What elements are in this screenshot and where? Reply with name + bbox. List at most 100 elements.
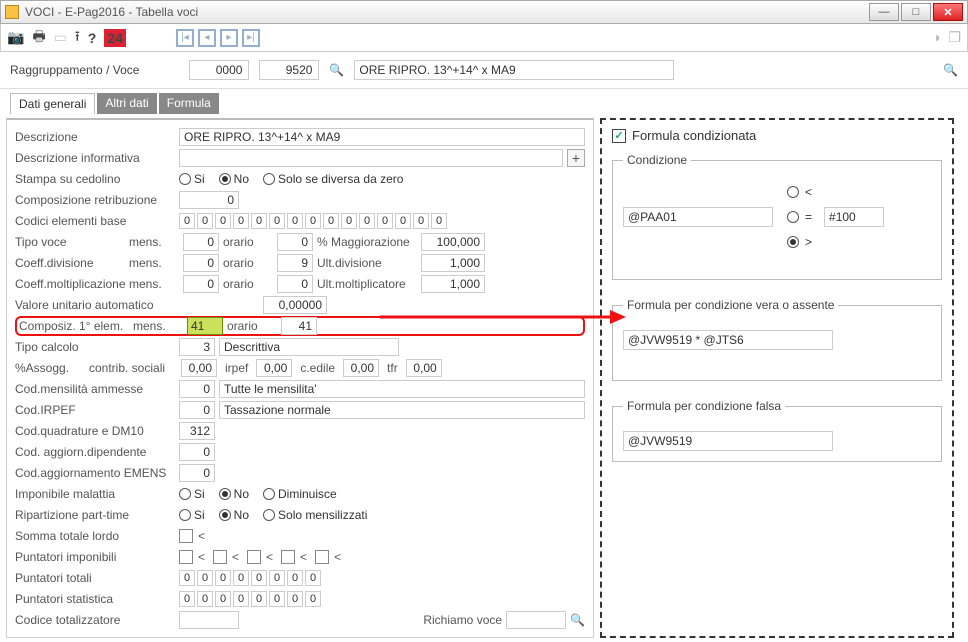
folder-icon[interactable]: ▭ [54,29,67,46]
val-unit[interactable]: 0,00000 [263,296,327,314]
cod-mens-label: Cod.mensilità ammesse [15,382,175,396]
pa-irpef[interactable]: 0,00 [256,359,292,377]
tipo-calc-desc: Descrittiva [219,338,399,356]
pi-2[interactable] [213,550,227,564]
compos-mens[interactable]: 41 [187,317,223,335]
stampa-label: Stampa su cedolino [15,172,175,186]
window-titlebar: VOCI - E-Pag2016 - Tabella voci — □ ✕ [0,0,968,24]
print-icon[interactable]: 🖶 [32,26,45,50]
cd-orario[interactable]: 9 [277,254,313,272]
right-icon-1[interactable]: ◑ [932,29,940,46]
cod-irpef-desc: Tassazione normale [219,401,585,419]
maximize-button[interactable]: □ [901,3,931,21]
op-gt[interactable]: > [787,235,812,249]
tipo-calc[interactable]: 3 [179,338,215,356]
punt-imp-label: Puntatori imponibili [15,550,175,564]
nav-prev-icon[interactable]: ◂ [198,29,216,47]
filter-code1[interactable]: 0000 [189,60,249,80]
minimize-button[interactable]: — [869,3,899,21]
punt-tot-digits[interactable]: 00000000 [179,570,321,586]
cm-mens[interactable]: 0 [183,275,219,293]
cod-mens[interactable]: 0 [179,380,215,398]
tv-mens[interactable]: 0 [183,233,219,251]
filter-code2[interactable]: 9520 [259,60,319,80]
rip-pt-mens[interactable]: Solo mensilizzati [263,508,367,522]
somma-check[interactable] [179,529,193,543]
tv-orario[interactable]: 0 [277,233,313,251]
descrizione-field[interactable]: ORE RIPRO. 13^+14^ x MA9 [179,128,585,146]
pi-5[interactable] [315,550,329,564]
cod-agg-dip[interactable]: 0 [179,443,215,461]
search-icon-2[interactable]: 🔍 [943,63,958,77]
filter-label: Raggruppamento / Voce [10,63,139,77]
close-button[interactable]: ✕ [933,3,963,21]
comp-retrib-field[interactable]: 0 [179,191,239,209]
descrizione-info-field[interactable] [179,149,563,167]
help-icon[interactable]: ? [88,30,97,46]
rip-pt-si[interactable]: Si [179,508,205,522]
badge-24[interactable]: 24 [104,29,126,47]
pi-1[interactable] [179,550,193,564]
search-icon[interactable]: 🔍 [329,63,344,77]
tab-formula[interactable]: Formula [159,93,219,114]
stampa-si[interactable]: Si [179,172,205,186]
formula-cond-label: Formula condizionata [632,128,756,143]
imp-mal-dim[interactable]: Diminuisce [263,487,337,501]
window-buttons: — □ ✕ [869,3,963,21]
comp-retrib-label: Composizione retribuzione [15,193,175,207]
cod-agg-dip-label: Cod. aggiorn.dipendente [15,445,175,459]
pa-cedile[interactable]: 0,00 [343,359,379,377]
formula-vera-input[interactable]: @JVW9519 * @JTS6 [623,330,833,350]
cod-agg-emens[interactable]: 0 [179,464,215,482]
nav-first-icon[interactable]: |◂ [176,29,194,47]
coeff-mol-label: Coeff.moltiplicazione [15,277,125,291]
cod-tot[interactable] [179,611,239,629]
nav-next-icon[interactable]: ▸ [220,29,238,47]
cond-value[interactable]: #100 [824,207,884,227]
imp-mal-no[interactable]: No [219,487,249,501]
add-info-button[interactable]: + [567,149,585,167]
cm-ult[interactable]: 1,000 [421,275,485,293]
cod-quadr[interactable]: 312 [179,422,215,440]
nav-last-icon[interactable]: ▸| [242,29,260,47]
formula-falsa-input[interactable]: @JVW9519 [623,431,833,451]
pi-4[interactable] [281,550,295,564]
cod-quadr-label: Cod.quadrature e DM10 [15,424,175,438]
filter-desc[interactable]: ORE RIPRO. 13^+14^ x MA9 [354,60,674,80]
pa-cs[interactable]: 0,00 [181,359,217,377]
stampa-no[interactable]: No [219,172,249,186]
formula-cond-checkbox[interactable]: ✓ [612,129,626,143]
imp-mal-si[interactable]: Si [179,487,205,501]
richiamo-field[interactable] [506,611,566,629]
pi-3[interactable] [247,550,261,564]
tv-pct[interactable]: 100,000 [421,233,485,251]
stampa-diversa[interactable]: Solo se diversa da zero [263,172,403,186]
tab-altri-dati[interactable]: Altri dati [97,93,156,114]
main-toolbar: 📷 🖶 ▭ ⭱ ? 24 |◂ ◂ ▸ ▸| ◑ ❐ [0,24,968,52]
op-eq[interactable]: =#100 [787,207,884,227]
camera-icon[interactable]: 📷 [7,29,24,46]
cd-mens[interactable]: 0 [183,254,219,272]
cm-orario[interactable]: 0 [277,275,313,293]
punt-stat-digits[interactable]: 00000000 [179,591,321,607]
compos-orario[interactable]: 41 [281,317,317,335]
val-unit-label: Valore unitario automatico [15,298,175,312]
pa-tfr[interactable]: 0,00 [406,359,442,377]
rip-pt-no[interactable]: No [219,508,249,522]
imp-mal-label: Imponibile malattia [15,487,175,501]
op-lt[interactable]: < [787,185,812,199]
tipo-voce-label: Tipo voce [15,235,125,249]
formula-vera-group: Formula per condizione vera o assente @J… [612,298,942,381]
upload-icon[interactable]: ⭱ [75,26,80,50]
right-icon-2[interactable]: ❐ [948,29,961,46]
tab-strip: Dati generali Altri dati Formula [10,93,968,114]
cod-irpef[interactable]: 0 [179,401,215,419]
condizione-input[interactable]: @PAA01 [623,207,773,227]
codici-base-label: Codici elementi base [15,214,175,228]
codici-base-digits[interactable]: 000000000000000 [179,213,447,229]
cd-ult[interactable]: 1,000 [421,254,485,272]
punt-tot-label: Puntatori totali [15,571,175,585]
richiamo-search-icon[interactable]: 🔍 [570,613,585,627]
somma-label: Somma totale lordo [15,529,175,543]
tab-dati-generali[interactable]: Dati generali [10,93,95,114]
